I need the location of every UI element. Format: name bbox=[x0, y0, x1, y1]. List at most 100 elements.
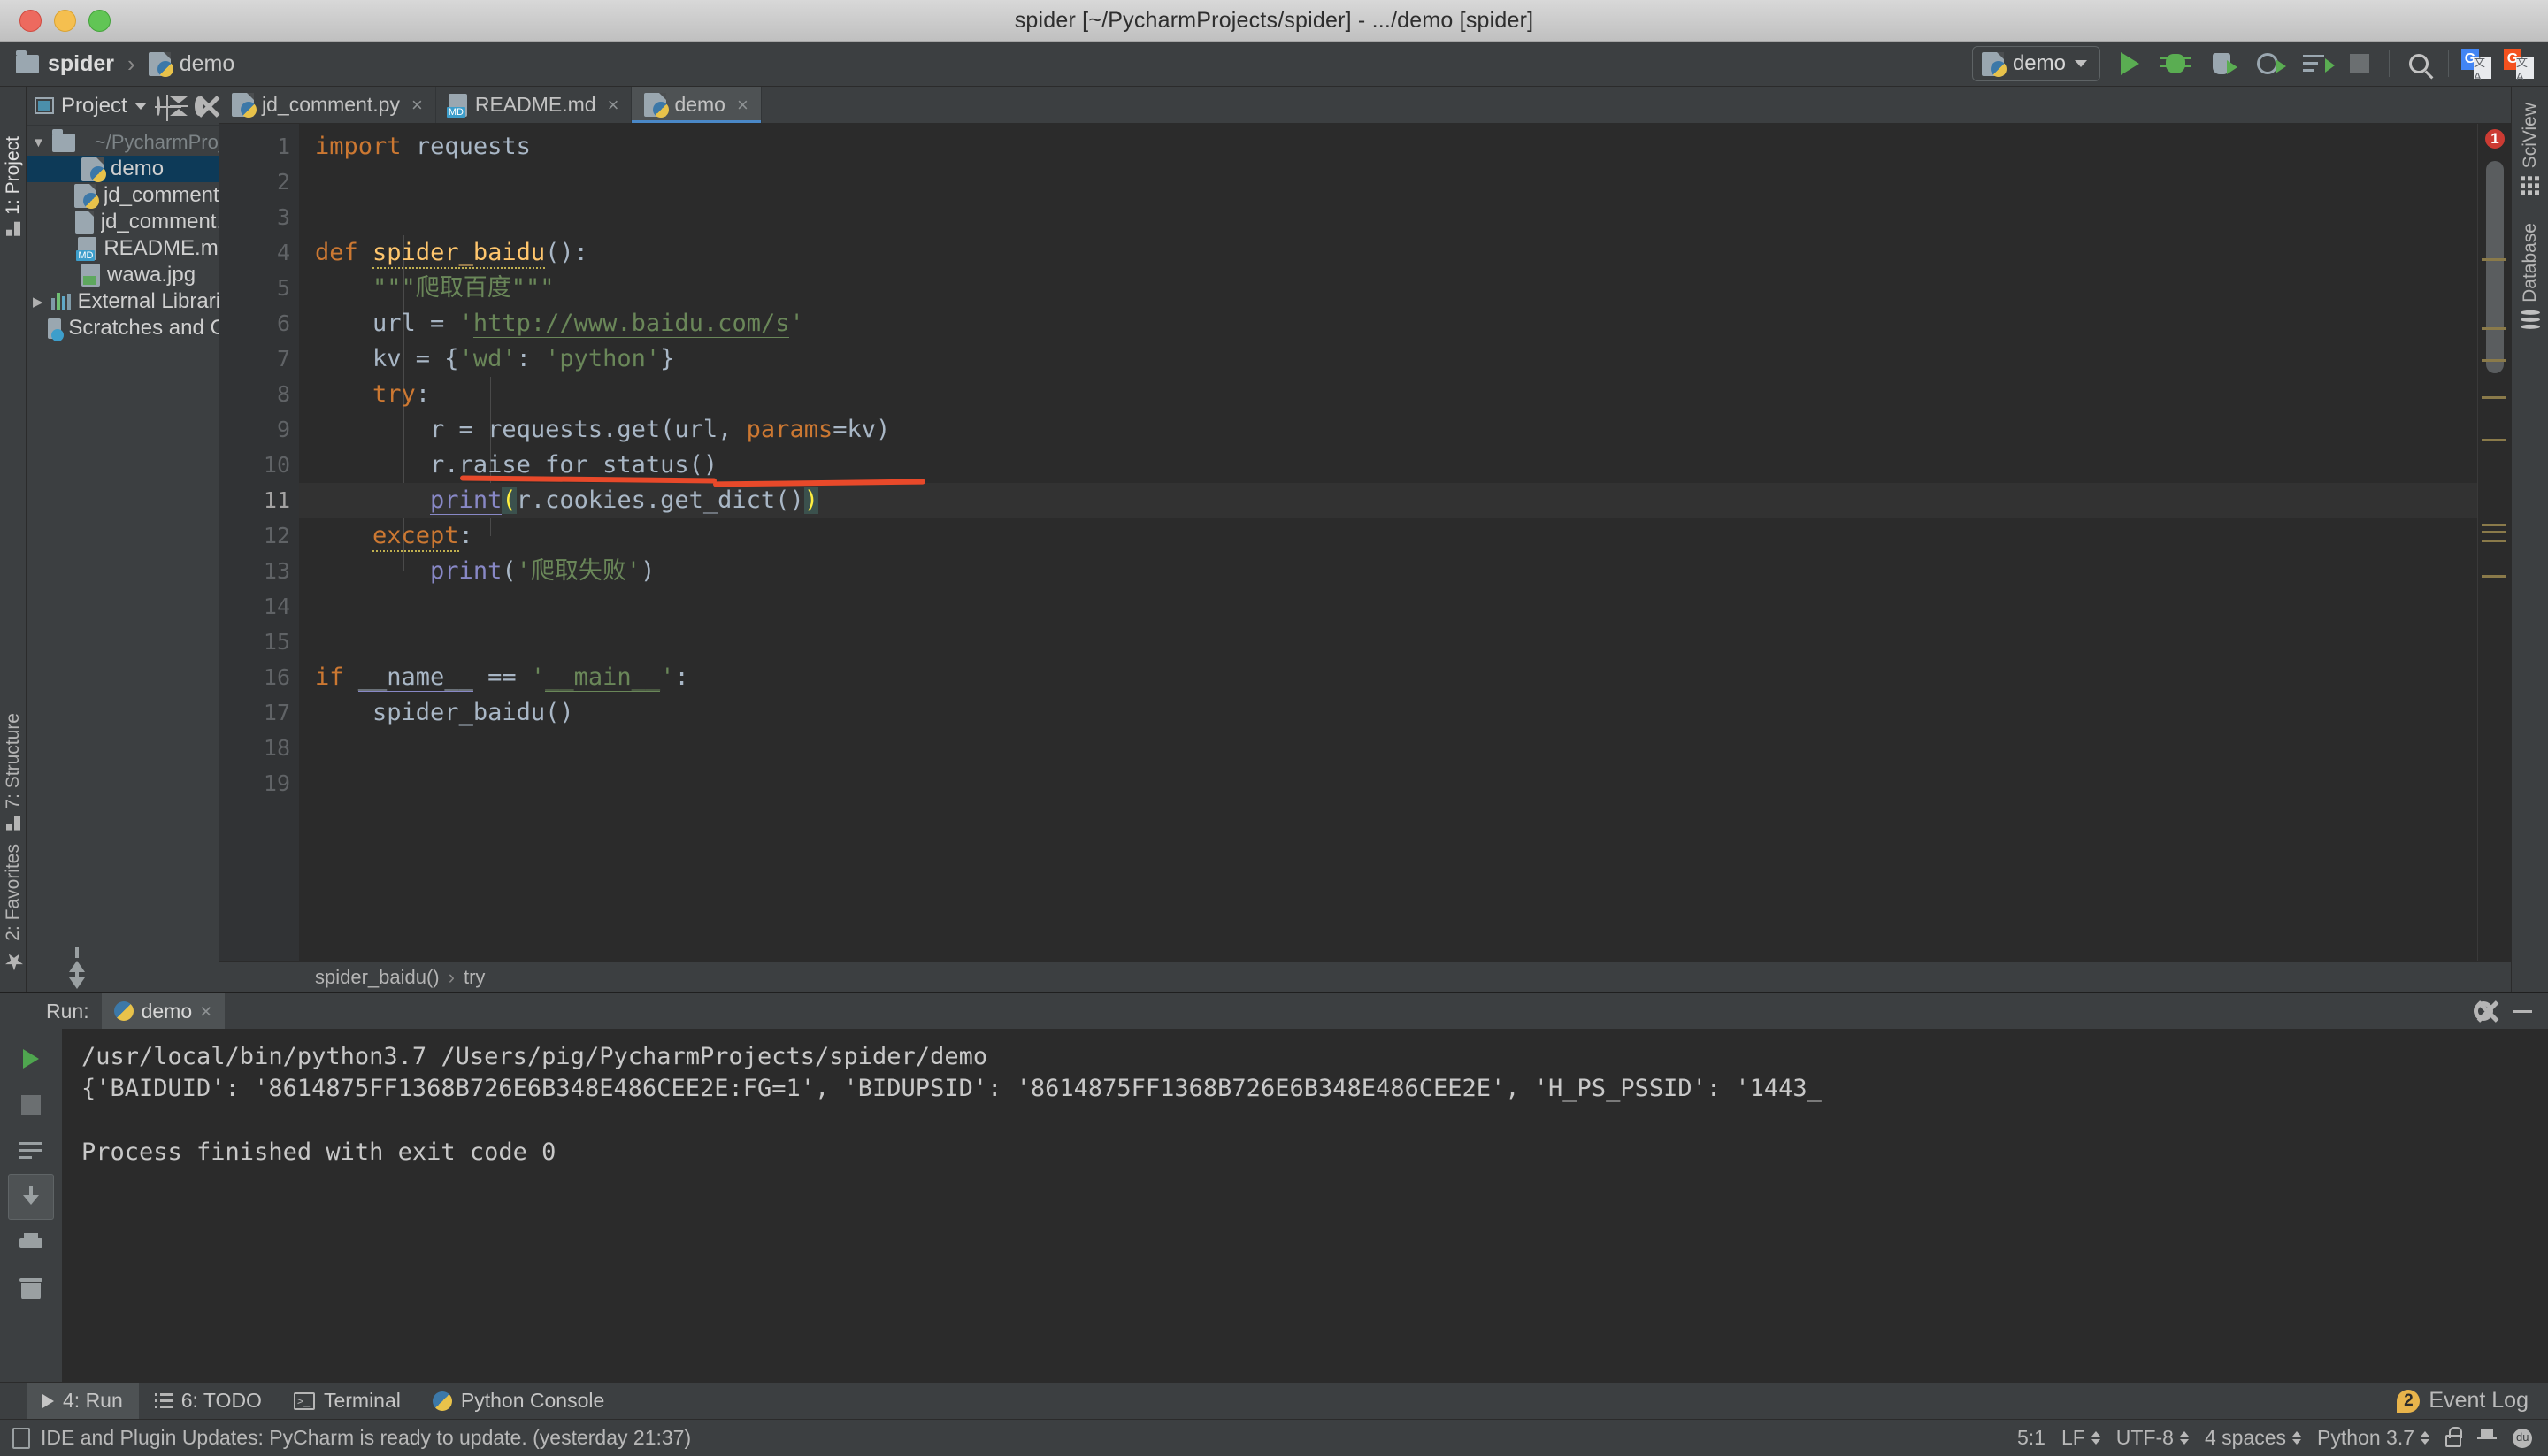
scroll-down-button[interactable] bbox=[69, 977, 85, 1015]
line-number: 12 bbox=[263, 523, 290, 548]
editor-marker-bar[interactable]: 1 bbox=[2477, 124, 2511, 961]
gear-icon[interactable] bbox=[194, 96, 203, 116]
status-message[interactable]: IDE and Plugin Updates: PyCharm is ready… bbox=[41, 1426, 691, 1450]
console-line-2: {'BAIDUID': '8614875FF1368B726E6B348E486… bbox=[81, 1075, 1822, 1102]
stop-process-button[interactable] bbox=[8, 1082, 54, 1128]
favorites-tool-label: 2: Favorites bbox=[2, 844, 23, 941]
close-icon[interactable]: × bbox=[411, 94, 423, 117]
search-everywhere-button[interactable] bbox=[2402, 47, 2436, 80]
editor-scrollbar-thumb[interactable] bbox=[2486, 161, 2504, 373]
tab-demo[interactable]: demo × bbox=[632, 87, 762, 123]
event-log-label: Event Log bbox=[2429, 1388, 2529, 1413]
hat-icon[interactable] bbox=[2477, 1428, 2497, 1448]
line-number: 5 bbox=[276, 275, 290, 301]
translate-icon[interactable]: G 文A bbox=[2461, 49, 2491, 83]
text-file-icon bbox=[74, 211, 94, 234]
sidebar-item-database[interactable]: Database bbox=[2520, 216, 2541, 336]
error-stripe-icon[interactable]: 1 bbox=[2485, 129, 2505, 149]
interpreter-label: Python 3.7 bbox=[2317, 1426, 2414, 1449]
bottom-item-run[interactable]: 4: Run bbox=[27, 1382, 139, 1420]
sidebar-item-favorites[interactable]: ★ 2: Favorites bbox=[0, 837, 27, 982]
project-panel-title[interactable]: Project bbox=[35, 94, 147, 119]
debug-button[interactable] bbox=[2159, 47, 2192, 80]
star-icon: ★ bbox=[0, 948, 27, 975]
sidebar-item-sciview[interactable]: SciView bbox=[2520, 96, 2541, 202]
marker-tick bbox=[2482, 396, 2506, 399]
close-icon[interactable]: × bbox=[608, 94, 619, 117]
tree-item-spider[interactable]: ▼ spider ~/PycharmProjects/ bbox=[27, 128, 264, 156]
run-configuration-selector[interactable]: demo bbox=[1971, 46, 2100, 81]
tree-item-scratches[interactable]: Scratches and Consoles bbox=[27, 315, 219, 341]
bottom-item-terminal[interactable]: Terminal bbox=[278, 1383, 417, 1420]
tree-item-wawa-jpg[interactable]: wawa.jpg bbox=[27, 262, 219, 288]
profile-button[interactable] bbox=[2251, 47, 2286, 80]
status-bar-right: 5:1 LF UTF-8 4 spaces Python 3.7 bbox=[2017, 1426, 2532, 1450]
tree-item-external-libraries[interactable]: ▶ External Libraries bbox=[27, 288, 219, 315]
baidu-paw-icon[interactable] bbox=[2513, 1428, 2532, 1448]
run-window-header: Run: demo × bbox=[0, 993, 2548, 1029]
breadcrumb-project-label: spider bbox=[48, 50, 115, 76]
tab-label: README.md bbox=[474, 93, 596, 116]
scroll-up-button[interactable] bbox=[69, 936, 85, 972]
encoding-selector[interactable]: UTF-8 bbox=[2116, 1426, 2189, 1450]
run-tab-demo[interactable]: demo × bbox=[101, 993, 225, 1029]
code-editor[interactable]: 1 2 3 4 5 6 7 8 9 10 11 12 13 14 15 16 1 bbox=[219, 124, 2511, 961]
code-text[interactable]: import requests def spider_baidu(): """爬… bbox=[299, 124, 2477, 961]
console-output[interactable]: /usr/local/bin/python3.7 /Users/pig/Pych… bbox=[62, 1029, 2548, 1382]
close-icon[interactable]: × bbox=[737, 94, 748, 117]
line-number: 2 bbox=[276, 169, 290, 195]
run-coverage-button[interactable] bbox=[2205, 47, 2238, 80]
tab-readme-md[interactable]: README.md × bbox=[436, 87, 633, 123]
pycharm-window: spider [~/PycharmProjects/spider] - .../… bbox=[0, 0, 2548, 1456]
notification-icon[interactable] bbox=[12, 1427, 30, 1449]
tree-item-jd-comment-txt[interactable]: jd_comment.txt bbox=[27, 209, 219, 235]
run-with-button[interactable] bbox=[2297, 47, 2335, 80]
breadcrumb-block[interactable]: try bbox=[464, 966, 485, 989]
tab-jd-comment-py[interactable]: jd_comment.py × bbox=[219, 87, 436, 123]
sidebar-item-project[interactable]: 1: Project bbox=[3, 129, 24, 243]
chevron-updown-icon bbox=[2292, 1431, 2302, 1445]
line-separator-selector[interactable]: LF bbox=[2061, 1426, 2100, 1450]
scroll-to-end-button[interactable] bbox=[8, 1174, 54, 1220]
tree-item-readme[interactable]: README.md bbox=[27, 235, 219, 262]
interpreter-selector[interactable]: Python 3.7 bbox=[2317, 1426, 2429, 1450]
lock-icon[interactable] bbox=[2445, 1426, 2462, 1447]
print-button[interactable] bbox=[8, 1220, 54, 1266]
stop-button[interactable] bbox=[2343, 47, 2376, 80]
close-icon[interactable]: × bbox=[200, 1000, 211, 1023]
breadcrumb-function[interactable]: spider_baidu() bbox=[315, 966, 440, 989]
run-button[interactable] bbox=[2113, 47, 2146, 80]
line-number: 13 bbox=[263, 558, 290, 584]
tree-item-jd-comment-py[interactable]: jd_comment.py bbox=[27, 182, 219, 209]
bottom-item-python-console[interactable]: Python Console bbox=[417, 1383, 620, 1420]
bottom-item-label: 6: TODO bbox=[180, 1389, 262, 1412]
event-log-area[interactable]: 2 Event Log bbox=[2397, 1388, 2548, 1414]
bottom-item-todo[interactable]: 6: TODO bbox=[139, 1383, 278, 1420]
rerun-button[interactable] bbox=[8, 1036, 54, 1082]
sidebar-item-structure[interactable]: 7: Structure bbox=[3, 706, 24, 838]
python-file-icon bbox=[644, 93, 670, 118]
bottom-item-label: 4: Run bbox=[63, 1389, 123, 1412]
left-tool-strip: 1: Project 7: Structure ★ 2: Favorites bbox=[0, 87, 27, 992]
hide-icon[interactable] bbox=[2513, 1009, 2532, 1013]
project-tree: ▼ spider ~/PycharmProjects/ demo jd_comm… bbox=[27, 126, 264, 341]
print-icon bbox=[19, 1233, 42, 1253]
breadcrumb-project[interactable]: spider bbox=[16, 50, 115, 77]
run-window-body: /usr/local/bin/python3.7 /Users/pig/Pych… bbox=[0, 1029, 2548, 1382]
line-number: 3 bbox=[276, 204, 290, 230]
line-number: 15 bbox=[263, 629, 290, 655]
marker-tick bbox=[2482, 359, 2506, 362]
clear-all-button[interactable] bbox=[8, 1266, 54, 1312]
breadcrumb-file[interactable]: demo bbox=[148, 51, 234, 77]
workspace: 1: Project 7: Structure ★ 2: Favorites P bbox=[0, 87, 2548, 992]
stop-icon bbox=[2350, 54, 2369, 73]
indent-selector[interactable]: 4 spaces bbox=[2205, 1426, 2302, 1450]
caret-position[interactable]: 5:1 bbox=[2017, 1426, 2045, 1450]
soft-wrap-button[interactable] bbox=[8, 1128, 54, 1174]
gear-icon[interactable] bbox=[2474, 1001, 2493, 1021]
tree-item-demo[interactable]: demo bbox=[27, 156, 219, 182]
editor-gutter[interactable]: 1 2 3 4 5 6 7 8 9 10 11 12 13 14 15 16 1 bbox=[219, 124, 299, 961]
select-opened-file-icon[interactable] bbox=[154, 94, 181, 121]
main-toolbar: spider › demo demo G 文A G 文A bbox=[0, 42, 2548, 87]
translate-alt-icon[interactable]: G 文A bbox=[2504, 49, 2534, 83]
